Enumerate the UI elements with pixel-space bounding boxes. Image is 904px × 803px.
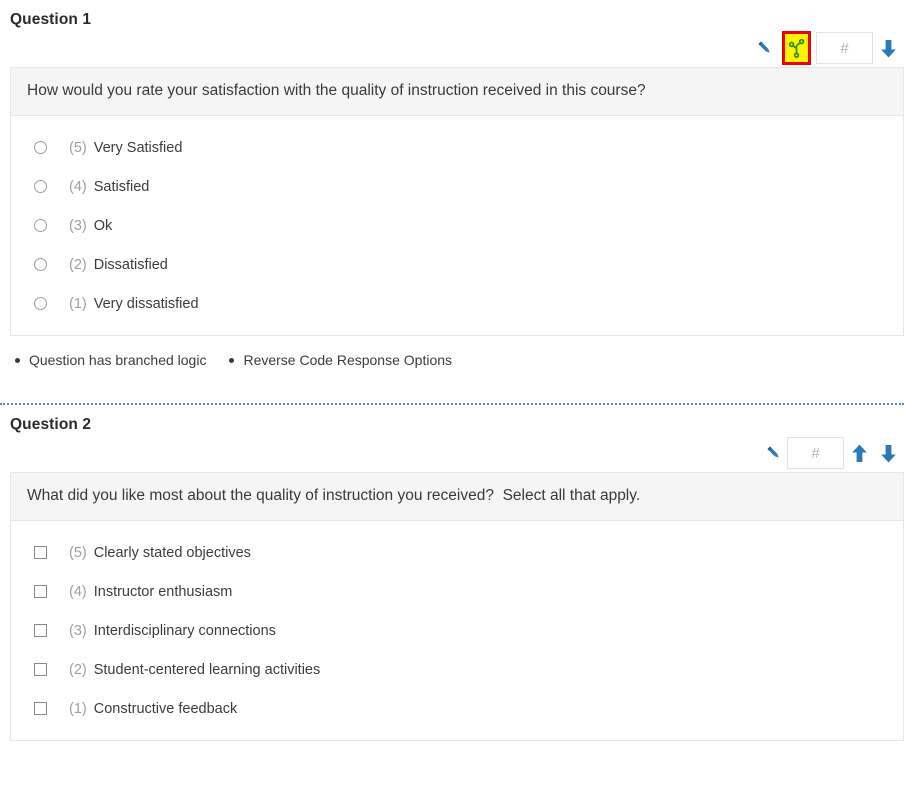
- radio-input[interactable]: [34, 141, 47, 154]
- option-number: (1): [69, 296, 87, 312]
- question-2-panel: What did you like most about the quality…: [10, 472, 904, 741]
- checkbox-input[interactable]: [34, 624, 47, 637]
- edit-question-button[interactable]: [752, 33, 778, 63]
- option-number: (2): [69, 257, 87, 273]
- option-label: Clearly stated objectives: [94, 545, 251, 561]
- option-row[interactable]: (2) Student-centered learning activities: [27, 650, 887, 689]
- move-question-down-button[interactable]: [875, 438, 902, 468]
- question-2-toolbar: #: [10, 434, 904, 472]
- radio-input[interactable]: [34, 180, 47, 193]
- branching-logic-button[interactable]: [782, 31, 811, 65]
- option-row[interactable]: (3) Interdisciplinary connections: [27, 611, 887, 650]
- question-1-meta: Question has branched logic Reverse Code…: [10, 336, 904, 368]
- radio-input[interactable]: [34, 219, 47, 232]
- option-row[interactable]: (4) Instructor enthusiasm: [27, 572, 887, 611]
- option-number: (5): [69, 545, 87, 561]
- meta-item-reverse-code: Reverse Code Response Options: [229, 352, 452, 368]
- option-label: Dissatisfied: [94, 257, 168, 273]
- option-row[interactable]: (1) Constructive feedback: [27, 689, 887, 728]
- checkbox-input[interactable]: [34, 702, 47, 715]
- checkbox-input[interactable]: [34, 663, 47, 676]
- question-2-heading: Question 2: [10, 405, 904, 434]
- option-number: (3): [69, 623, 87, 639]
- checkbox-input[interactable]: [34, 585, 47, 598]
- move-question-down-button[interactable]: [875, 33, 902, 63]
- question-2-text: What did you like most about the quality…: [11, 473, 903, 521]
- survey-question-list: Question 1: [0, 0, 904, 803]
- pencil-icon: [756, 39, 774, 57]
- question-number-button[interactable]: #: [816, 32, 873, 64]
- radio-input[interactable]: [34, 297, 47, 310]
- option-row[interactable]: (4) Satisfied: [27, 167, 887, 206]
- move-question-up-button[interactable]: [846, 438, 873, 468]
- option-label: Very dissatisfied: [94, 296, 199, 312]
- checkbox-input[interactable]: [34, 546, 47, 559]
- question-2-options: (5) Clearly stated objectives (4) Instru…: [11, 521, 903, 740]
- option-number: (4): [69, 584, 87, 600]
- question-number-button[interactable]: #: [787, 437, 844, 469]
- question-1-heading: Question 1: [10, 0, 904, 29]
- option-label: Very Satisfied: [94, 140, 183, 156]
- question-1-options: (5) Very Satisfied (4) Satisfied (3) Ok …: [11, 116, 903, 335]
- option-row[interactable]: (5) Clearly stated objectives: [27, 533, 887, 572]
- option-label: Instructor enthusiasm: [94, 584, 233, 600]
- option-row[interactable]: (3) Ok: [27, 206, 887, 245]
- pencil-icon: [765, 444, 783, 462]
- question-1-panel: How would you rate your satisfaction wit…: [10, 67, 904, 336]
- arrow-up-icon: [850, 443, 869, 464]
- bullet-icon: [15, 358, 20, 363]
- option-number: (4): [69, 179, 87, 195]
- option-label: Ok: [94, 218, 113, 234]
- option-label: Constructive feedback: [94, 701, 237, 717]
- edit-question-button[interactable]: [761, 438, 787, 468]
- meta-item-branched-logic: Question has branched logic: [15, 352, 206, 368]
- question-block-2: Question 2 #: [10, 405, 904, 741]
- option-row[interactable]: (2) Dissatisfied: [27, 245, 887, 284]
- option-label: Student-centered learning activities: [94, 662, 321, 678]
- question-block-1: Question 1: [10, 0, 904, 368]
- option-number: (2): [69, 662, 87, 678]
- option-number: (1): [69, 701, 87, 717]
- option-number: (5): [69, 140, 87, 156]
- branching-logic-icon: [788, 39, 805, 58]
- option-row[interactable]: (1) Very dissatisfied: [27, 284, 887, 323]
- option-row[interactable]: (5) Very Satisfied: [27, 128, 887, 167]
- option-label: Satisfied: [94, 179, 150, 195]
- option-label: Interdisciplinary connections: [94, 623, 276, 639]
- bullet-icon: [229, 358, 234, 363]
- option-number: (3): [69, 218, 87, 234]
- meta-label: Reverse Code Response Options: [243, 352, 452, 368]
- meta-label: Question has branched logic: [29, 352, 206, 368]
- question-1-text: How would you rate your satisfaction wit…: [11, 68, 903, 116]
- radio-input[interactable]: [34, 258, 47, 271]
- arrow-down-icon: [879, 443, 898, 464]
- arrow-down-icon: [879, 38, 898, 59]
- question-1-toolbar: #: [10, 29, 904, 67]
